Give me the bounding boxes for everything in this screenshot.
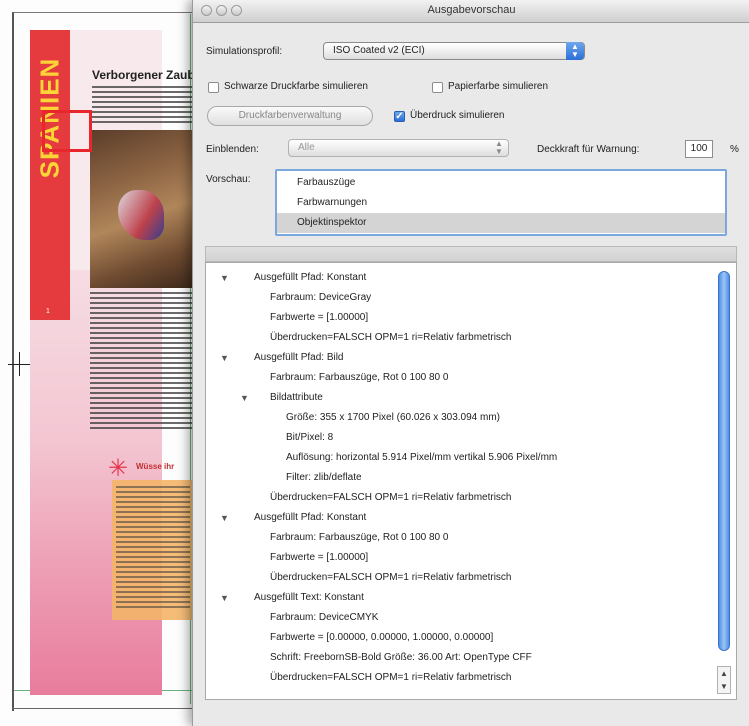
disclosure-triangle-icon[interactable]: ▼ <box>220 508 229 528</box>
info-box-text <box>116 486 190 610</box>
tree-row[interactable]: Farbwerte = [0.00000, 0.00000, 1.00000, … <box>270 628 493 648</box>
page-bottom-edge <box>12 708 202 709</box>
preview-item-object-inspector[interactable]: Objektinspektor <box>277 213 725 233</box>
simulation-profile-label: Simulationsprofil: <box>206 46 283 57</box>
scroll-arrows-icon[interactable]: ▲ ▼ <box>717 666 731 694</box>
window-title: Ausgabevorschau <box>427 4 516 16</box>
preview-label: Vorschau: <box>206 174 251 185</box>
overprint-checkbox[interactable]: ✓ <box>394 111 405 122</box>
tree-row[interactable]: Filter: zlib/deflate <box>286 468 362 488</box>
preview-item-color-separations[interactable]: Farbauszüge <box>277 173 725 193</box>
page-number: 1 <box>46 308 50 315</box>
up-down-arrows-icon: ▲ ▼ <box>495 139 503 156</box>
tree-row[interactable]: Größe: 355 x 1700 Pixel (60.026 x 303.09… <box>286 408 500 428</box>
tree-row[interactable]: Überdrucken=FALSCH OPM=1 ri=Relativ farb… <box>270 668 511 688</box>
preview-item-color-warnings[interactable]: Farbwarnungen <box>277 193 725 213</box>
up-down-arrows-icon: ▲ ▼ <box>566 42 584 60</box>
tree-row[interactable]: Farbraum: DeviceCMYK <box>270 608 378 628</box>
tree-row[interactable]: Farbraum: DeviceGray <box>270 288 371 308</box>
info-box-title: Wüsse ihr <box>136 462 175 471</box>
output-preview-window: Ausgabevorschau Simulationsprofil: ISO C… <box>192 0 749 726</box>
crosshair-icon-vertical <box>19 352 20 376</box>
selection-highlight <box>42 110 92 152</box>
simulation-profile-select[interactable]: ISO Coated v2 (ECI) ▲ ▼ <box>323 42 585 60</box>
show-value: Alle <box>298 142 315 153</box>
tree-row[interactable]: Farbwerte = [1.00000] <box>270 308 368 328</box>
object-inspector-tree: ▼ Ausgefüllt Pfad: Konstant Farbraum: De… <box>205 262 737 700</box>
tree-row[interactable]: Überdrucken=FALSCH OPM=1 ri=Relativ farb… <box>270 328 511 348</box>
tree-row[interactable]: Farbwerte = [1.00000] <box>270 548 368 568</box>
preview-list: Farbauszüge Farbwarnungen Objektinspekto… <box>275 169 727 236</box>
disclosure-triangle-icon[interactable]: ▼ <box>220 348 229 368</box>
disclosure-triangle-icon[interactable]: ▼ <box>240 388 249 408</box>
warning-opacity-input[interactable]: 100 <box>685 140 713 158</box>
disclosure-triangle-icon[interactable]: ▼ <box>220 268 229 288</box>
inspector-header <box>205 246 737 262</box>
article-text-block <box>92 86 192 126</box>
tree-row[interactable]: Farbraum: Farbauszüge, Rot 0 100 80 0 <box>270 368 448 388</box>
show-select[interactable]: Alle ▲ ▼ <box>288 139 509 157</box>
ink-manager-button[interactable]: Druckfarbenverwaltung <box>207 106 373 126</box>
show-label: Einblenden: <box>206 144 259 155</box>
tree-row[interactable]: Ausgefüllt Text: Konstant <box>254 588 364 608</box>
tree-row[interactable]: Bit/Pixel: 8 <box>286 428 333 448</box>
percent-unit: % <box>730 144 739 155</box>
warning-opacity-label: Deckkraft für Warnung: <box>537 144 640 155</box>
overprint-label: Überdruck simulieren <box>410 110 505 121</box>
star-icon: ✳ <box>108 455 129 482</box>
vertical-scrollbar-thumb[interactable] <box>718 271 730 651</box>
tree-row[interactable]: Überdrucken=FALSCH OPM=1 ri=Relativ farb… <box>270 488 511 508</box>
tree-row[interactable]: Ausgefüllt Pfad: Konstant <box>254 268 366 288</box>
tree-row[interactable]: Ausgefüllt Pfad: Konstant <box>254 508 366 528</box>
article-heading: Verborgener Zaub <box>92 68 195 82</box>
title-bar[interactable]: Ausgabevorschau <box>193 0 749 23</box>
tree-row[interactable]: Ausgefüllt Pfad: Bild <box>254 348 344 368</box>
paper-color-checkbox[interactable] <box>432 82 443 93</box>
simulation-profile-value: ISO Coated v2 (ECI) <box>333 45 425 56</box>
black-ink-label: Schwarze Druckfarbe simulieren <box>224 81 368 92</box>
tree-row[interactable]: Überdrucken=FALSCH OPM=1 ri=Relativ farb… <box>270 568 511 588</box>
tree-row[interactable]: Auflösung: horizontal 5.914 Pixel/mm ver… <box>286 448 557 468</box>
tree-row[interactable]: Farbraum: Farbauszüge, Rot 0 100 80 0 <box>270 528 448 548</box>
article-text-block <box>90 292 192 432</box>
tree-row[interactable]: Schrift: FreebornSB-Bold Größe: 36.00 Ar… <box>270 648 532 668</box>
disclosure-triangle-icon[interactable]: ▼ <box>220 588 229 608</box>
tree-row[interactable]: Bildattribute <box>270 388 323 408</box>
paper-color-label: Papierfarbe simulieren <box>448 81 549 92</box>
black-ink-checkbox[interactable] <box>208 82 219 93</box>
